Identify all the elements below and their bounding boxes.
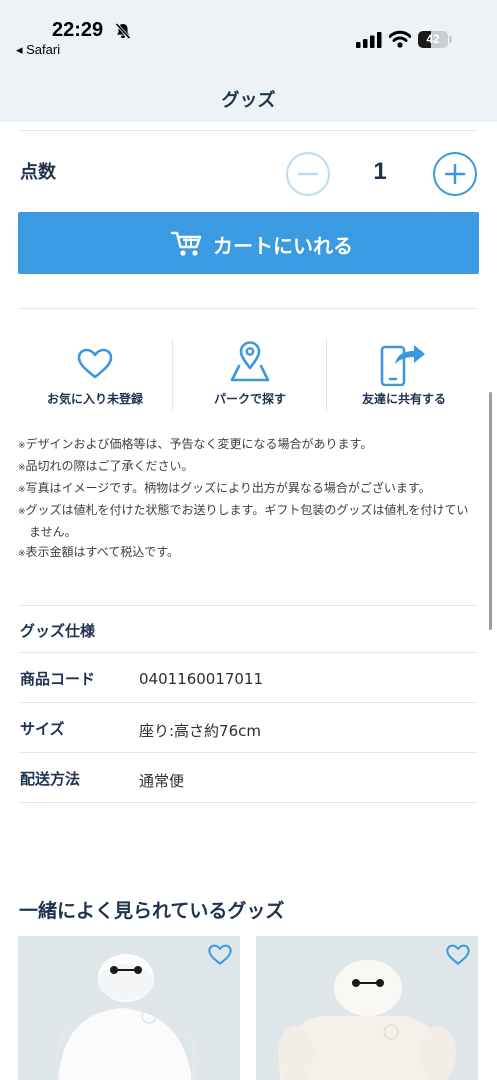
quantity-decrease-button[interactable] — [286, 152, 330, 196]
notes-list: ※デザインおよび価格等は、予告なく変更になる場合があります。 ※品切れの際はご了… — [18, 434, 478, 564]
share-button[interactable]: 友達に共有する — [327, 338, 481, 412]
heart-icon — [77, 348, 113, 379]
signal-icon — [356, 32, 382, 48]
page-header: グッズ — [0, 72, 497, 122]
find-in-park-label: パークで探す — [213, 392, 286, 406]
divider — [18, 802, 478, 803]
back-to-safari-link[interactable]: ◂ Safari — [16, 42, 60, 58]
cart-icon — [171, 231, 202, 256]
scrollbar[interactable] — [489, 392, 492, 630]
heart-icon[interactable] — [446, 944, 470, 966]
battery-level: 42 — [426, 32, 440, 46]
status-bar: 22:29 ◂ Safari 42 — [0, 0, 497, 72]
divider — [18, 605, 478, 606]
related-product-card[interactable] — [18, 936, 240, 1080]
favorite-label: お気に入り未登録 — [46, 392, 143, 406]
divider — [18, 652, 478, 653]
spec-label-shipping: 配送方法 — [20, 770, 81, 788]
note-item: ※表示金額はすべて税込です。 — [18, 545, 180, 559]
divider — [18, 702, 478, 703]
quantity-label: 点数 — [20, 162, 56, 183]
divider — [18, 308, 478, 309]
note-item: ※グッズは値札を付けた状態でお送りします。ギフト包装のグッズは値札を付けていませ… — [18, 503, 469, 539]
spec-heading: グッズ仕様 — [20, 622, 96, 640]
note-item: ※品切れの際はご了承ください。 — [18, 459, 194, 473]
favorite-button[interactable]: お気に入り未登録 — [18, 338, 172, 412]
plus-icon — [444, 163, 466, 185]
divider — [18, 130, 478, 131]
share-label: 友達に共有する — [361, 392, 446, 406]
product-image — [256, 936, 478, 1080]
heart-icon[interactable] — [208, 944, 232, 966]
note-item: ※デザインおよび価格等は、予告なく変更になる場合があります。 — [18, 437, 373, 451]
quantity-value: 1 — [373, 158, 387, 185]
spec-label-code: 商品コード — [20, 670, 96, 688]
add-to-cart-label: カートにいれる — [213, 234, 353, 258]
divider — [18, 752, 478, 753]
note-item: ※写真はイメージです。柄物はグッズにより出方が異なる場合がございます。 — [18, 481, 431, 495]
spec-value-code: 0401160017011 — [139, 670, 264, 688]
related-product-card[interactable] — [256, 936, 478, 1080]
spec-value-size: 座り:高さ約76cm — [139, 722, 262, 740]
find-in-park-button[interactable]: パークで探す — [173, 338, 327, 412]
bell-slash-icon — [115, 22, 131, 40]
add-to-cart-button[interactable]: カートにいれる — [18, 212, 479, 274]
share-phone-icon — [380, 345, 425, 386]
minus-icon — [297, 172, 319, 176]
battery-icon: 42 — [418, 31, 452, 48]
related-goods-title: 一緒によく見られているグッズ — [19, 900, 285, 922]
spec-value-shipping: 通常便 — [139, 772, 185, 790]
quantity-increase-button[interactable] — [433, 152, 477, 196]
spec-label-size: サイズ — [20, 720, 65, 738]
wifi-icon — [389, 30, 411, 48]
status-time: 22:29 — [52, 19, 104, 41]
page-title: グッズ — [221, 90, 276, 111]
product-image — [18, 936, 240, 1080]
map-pin-icon — [230, 341, 270, 382]
